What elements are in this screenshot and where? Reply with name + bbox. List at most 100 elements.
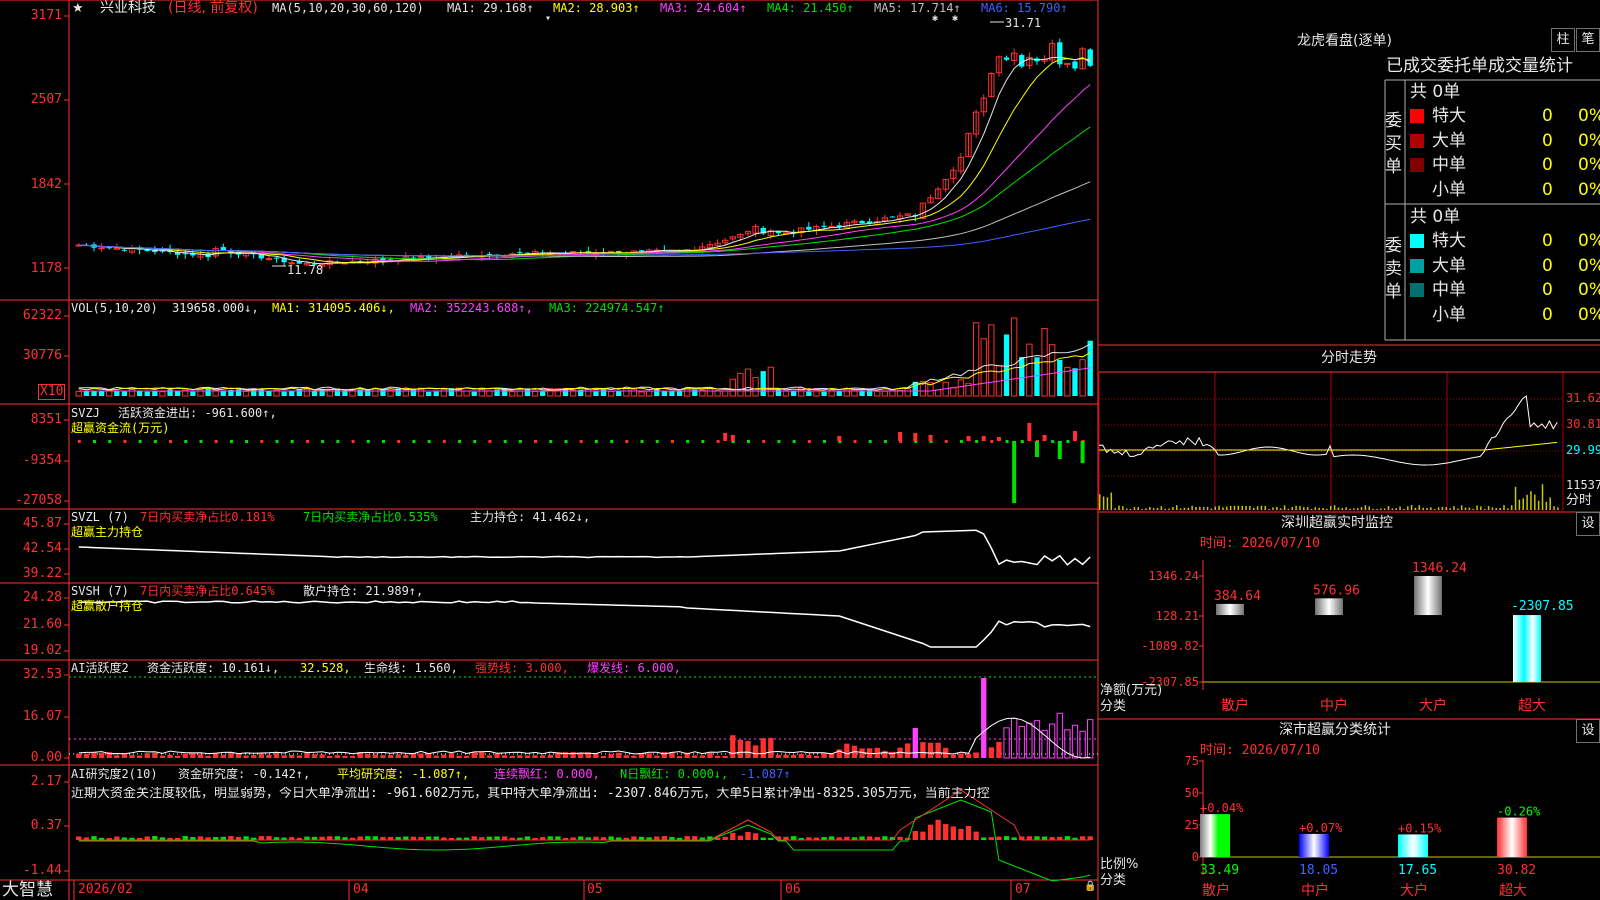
ai2-axis-label: 2.17 [30,774,62,789]
intraday-vol-bar [1245,505,1247,510]
ai1-bar [98,753,105,758]
monitor-axis-label: -1089.82 [1141,639,1199,653]
ai1-bar [136,755,143,758]
volume-bar [630,388,638,397]
ai2-bar [920,831,926,840]
intraday-vol-bar [1149,507,1151,510]
intraday-vol-bar [1237,505,1240,510]
volume-bar [494,389,500,396]
intraday-vol-bar [1152,508,1155,510]
bar-mode-button[interactable]: 柱 [1551,28,1575,52]
monitor-axis-label: 1346.24 [1148,569,1199,583]
ai1-bar [182,753,188,758]
ai1-bar [486,755,493,758]
scroll-lock-icon[interactable]: 🔒 [1084,880,1096,894]
svzj-dot [883,440,887,443]
volume-bar [1003,334,1010,396]
tick-mode-button[interactable]: 笔 [1576,28,1600,52]
ai2-bar [228,836,234,840]
chart-canvas[interactable]: ▾ ✱ ✱1346.24128.21-1089.82-2307.85384.64散户… [0,0,1600,900]
stock-name: 兴业科技 [100,0,156,16]
classify-bar [1200,814,1230,857]
intraday-vol-bar [1206,506,1209,510]
ai2-bar [981,837,987,840]
volume-bar [281,391,287,396]
svzl-axis-label: 42.54 [22,541,62,556]
ai2-bar [182,836,188,840]
ai1-text1: 资金活跃度: 10.161↓, [147,661,280,675]
svzj-dot [351,440,355,443]
classify-value-label: 30.82 [1497,863,1536,878]
ai1-bar [532,755,538,758]
svzj-dot [275,440,279,443]
volume-bar [881,390,889,397]
ai2-bar [958,828,964,840]
vol-value: 319658.000↓, [172,301,259,315]
ai1-bar [83,753,90,758]
period-label: (日线, 前复权) [168,0,258,16]
ai2-bar [365,836,371,840]
svzj-dot [199,440,203,443]
svzj-axis-label: 8351 [30,412,62,427]
buy-row-count: 0 [1542,155,1553,175]
ai2-bar [501,836,508,840]
ai1-bar [342,755,348,758]
ai1-bar [220,754,226,758]
svzj-dot [807,440,811,443]
monitor-settings-button[interactable]: 设 [1576,512,1600,536]
ai2-bar [144,836,150,840]
intraday-vol-bar [1507,508,1509,510]
svzj-dot [518,440,522,443]
ai2-text3: 连续飘红: 0.000, [494,767,600,781]
price-axis-label: 1178 [30,261,62,276]
ai1-bar [471,752,477,758]
ai2-bar [1087,836,1093,840]
ai1-bar [205,755,211,758]
svsh-text1: 7日内买卖净占比0.645% [140,584,275,598]
volume-bar [836,391,842,396]
svsh-subtitle: 超赢散户持仓 [71,599,144,613]
volume-bar [540,391,546,396]
volume-bar [623,388,630,397]
svzj-dot [305,440,309,443]
candle [220,247,226,251]
intraday-vol-bar [1445,507,1447,510]
svzj-dot [944,440,948,443]
volume-bar [790,391,797,396]
volume-bar [478,388,486,397]
sell-row-count: 0 [1542,280,1553,300]
ai2-bar [943,824,949,840]
volume-bar [760,371,766,396]
volume-bar [729,378,736,397]
ai1-bar [920,742,926,758]
volume-bar [737,372,744,397]
intraday-vol-bar [1233,505,1236,510]
ai2-bar [1064,836,1071,840]
ai1-bar [197,754,204,758]
svzj-dot [625,440,629,443]
vol-ma3: MA3: 224974.547↑ [549,301,665,315]
intraday-vol-bar [1125,508,1128,510]
ai1-bar [790,754,797,758]
intraday-vol-bar [1422,507,1424,510]
classify-settings-button[interactable]: 设 [1576,719,1600,743]
volume-bar [372,387,379,397]
ai2-bar [91,836,97,840]
svzj-dot [123,440,127,443]
ai1-bar [479,752,485,758]
ai1-text4: 强势线: 3.000, [475,661,569,675]
favorite-star-icon[interactable]: ★ [72,2,84,16]
intraday-vol-bar [1541,484,1544,510]
ai2-bar [403,836,409,840]
svzj-dot [169,440,173,443]
ai2-bar [425,836,432,840]
sell-row-label: 大单 [1432,255,1466,276]
sell-row-pct: 0% [1578,231,1600,251]
intraday-vol-bar [1172,506,1174,510]
volume-bar [1072,368,1078,396]
sell-row-label: 小单 [1432,304,1466,325]
volume-bar [486,390,493,397]
svzj-dot [686,440,690,443]
intraday-vol-bar [1356,508,1359,510]
intraday-vol-bar [1222,507,1224,510]
